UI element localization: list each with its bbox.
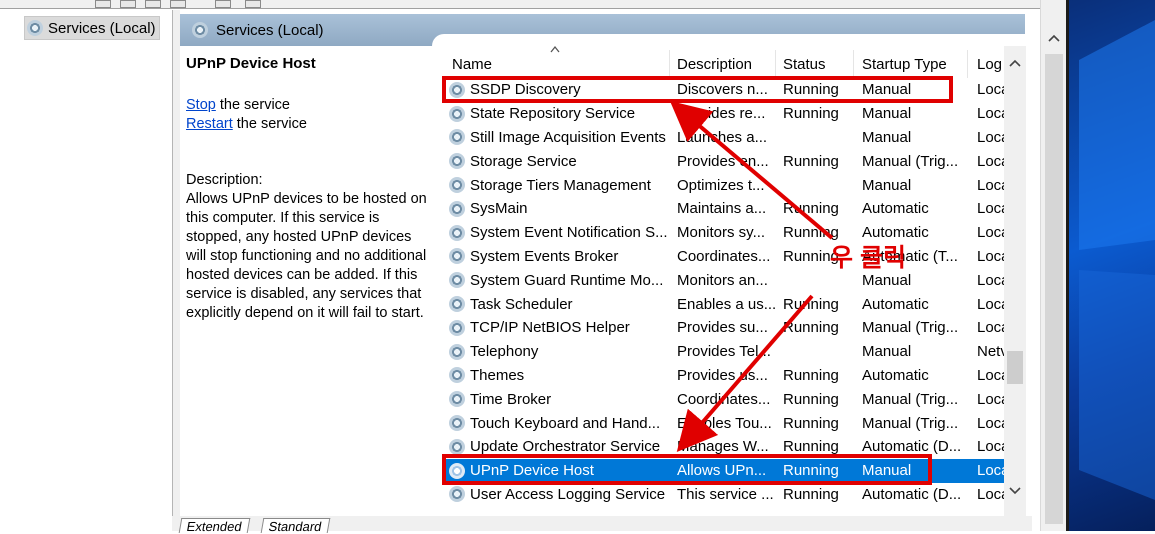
arrow-to-ssdp xyxy=(669,100,834,240)
arrow-to-upnp xyxy=(676,294,814,453)
right-click-annotation: 우 클릭 xyxy=(830,244,906,272)
annotation-arrows xyxy=(669,100,834,453)
